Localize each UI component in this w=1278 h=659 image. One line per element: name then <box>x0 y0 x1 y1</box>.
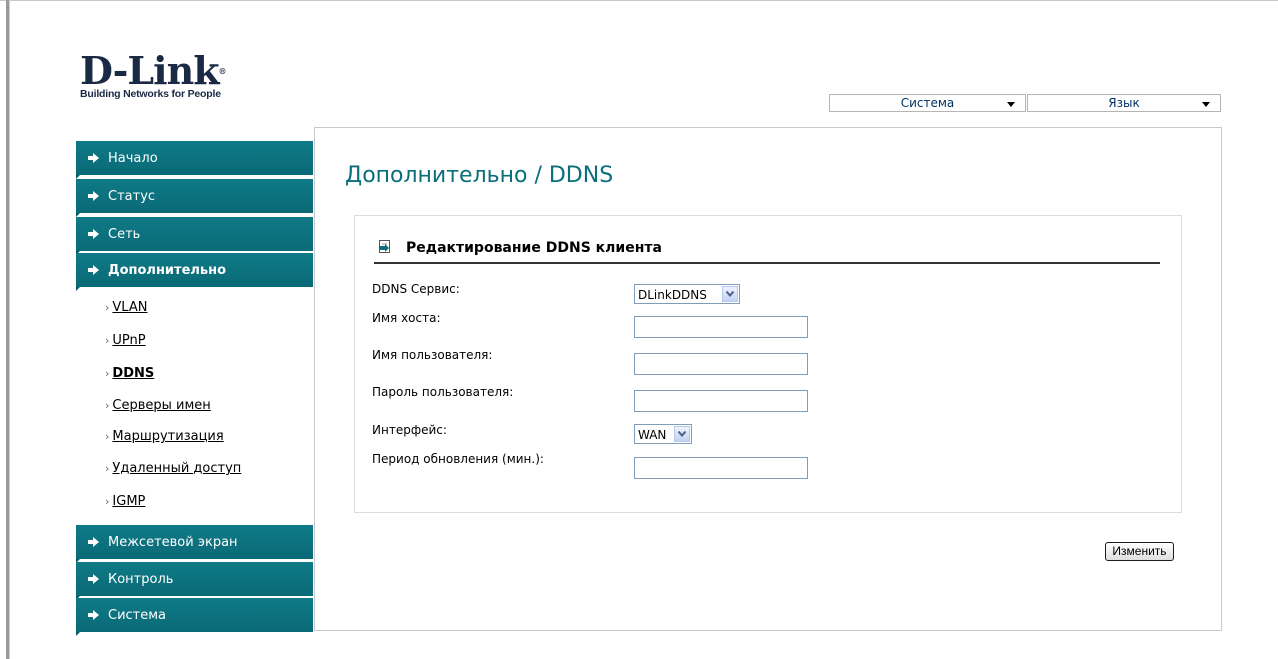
arrow-right-icon <box>88 537 99 547</box>
logo-registered-mark: ® <box>218 66 227 76</box>
sidebar-subitem-label: UPnP <box>112 333 146 348</box>
chevron-down-icon <box>722 286 738 302</box>
sidebar-item-system[interactable]: Система <box>76 598 313 636</box>
panel-title: Редактирование DDNS клиента <box>406 240 662 256</box>
sidebar-subitem-ddns[interactable]: › DDNS <box>105 366 154 381</box>
sidebar-subitem-igmp[interactable]: › IGMP <box>105 494 145 509</box>
sidebar-item-label: Статус <box>108 189 156 204</box>
arrow-right-icon <box>88 153 99 163</box>
system-menu-dropdown[interactable]: Система <box>829 94 1026 112</box>
sidebar-item-network[interactable]: Сеть <box>76 217 313 255</box>
window-left-border <box>6 0 10 659</box>
arrow-right-icon <box>88 610 99 620</box>
sidebar-item-label: Начало <box>108 151 158 166</box>
interface-select[interactable]: WAN <box>634 424 692 444</box>
sidebar-subitem-label: Удаленный доступ <box>112 461 242 476</box>
sidebar-subitem-vlan[interactable]: › VLAN <box>105 300 147 315</box>
language-menu-dropdown[interactable]: Язык <box>1027 94 1221 112</box>
panel-divider <box>374 262 1160 264</box>
sidebar-subitem-label: Маршрутизация <box>112 429 224 444</box>
dlink-logo: D-Link® Building Networks for People <box>80 52 227 101</box>
ddns-service-select[interactable]: DLinkDDNS <box>634 284 740 304</box>
arrow-right-icon <box>88 574 99 584</box>
interface-value: WAN <box>638 428 667 442</box>
sidebar-item-label: Контроль <box>108 572 174 587</box>
username-input[interactable] <box>634 353 808 375</box>
page-title: Дополнительно / DDNS <box>345 163 614 188</box>
sidebar-subitem-label: IGMP <box>112 494 146 509</box>
sidebar-item-label: Межсетевой экран <box>108 535 238 550</box>
interface-label: Интерфейс: <box>372 423 447 437</box>
arrow-right-icon <box>88 265 99 275</box>
sidebar-item-label: Сеть <box>108 227 141 242</box>
sidebar-item-control[interactable]: Контроль <box>76 562 313 600</box>
sidebar-subitem-label: VLAN <box>112 300 148 315</box>
sidebar-subitem-label: Серверы имен <box>112 398 211 413</box>
arrow-right-icon <box>88 229 99 239</box>
hostname-label: Имя хоста: <box>372 311 441 325</box>
save-button[interactable]: Изменить <box>1105 542 1174 561</box>
sidebar-item-start[interactable]: Начало <box>76 141 313 179</box>
sidebar-item-status[interactable]: Статус <box>76 179 313 217</box>
sidebar-subitem-remote-access[interactable]: › Удаленный доступ <box>105 461 241 476</box>
logo-brand: D-Link <box>80 48 220 93</box>
chevron-down-icon <box>1202 102 1210 107</box>
hostname-input[interactable] <box>634 316 808 338</box>
logo-tagline: Building Networks for People <box>80 88 221 100</box>
sidebar-item-label: Система <box>108 608 167 623</box>
window-top-border <box>0 0 1278 1</box>
sidebar-item-firewall[interactable]: Межсетевой экран <box>76 525 313 563</box>
sidebar-item-label: Дополнительно <box>108 263 227 278</box>
password-input[interactable] <box>634 390 808 412</box>
chevron-down-icon <box>674 426 690 442</box>
sidebar-subitem-routing[interactable]: › Маршрутизация <box>105 429 224 444</box>
ddns-service-value: DLinkDDNS <box>638 288 707 302</box>
sidebar-subitem-upnp[interactable]: › UPnP <box>105 333 146 348</box>
sidebar-subitem-name-servers[interactable]: › Серверы имен <box>105 398 211 413</box>
system-menu-label: Система <box>900 96 955 110</box>
update-period-input[interactable] <box>634 457 808 479</box>
chevron-down-icon <box>1007 102 1015 107</box>
arrow-right-icon <box>88 191 99 201</box>
username-label: Имя пользователя: <box>372 348 493 362</box>
language-menu-label: Язык <box>1108 96 1140 110</box>
sidebar-item-advanced[interactable]: Дополнительно <box>76 253 313 291</box>
edit-document-icon <box>379 240 390 253</box>
ddns-service-label: DDNS Сервис: <box>372 282 460 296</box>
update-period-label: Период обновления (мин.): <box>372 452 544 466</box>
sidebar-subitem-label: DDNS <box>112 366 155 381</box>
password-label: Пароль пользователя: <box>372 385 514 399</box>
